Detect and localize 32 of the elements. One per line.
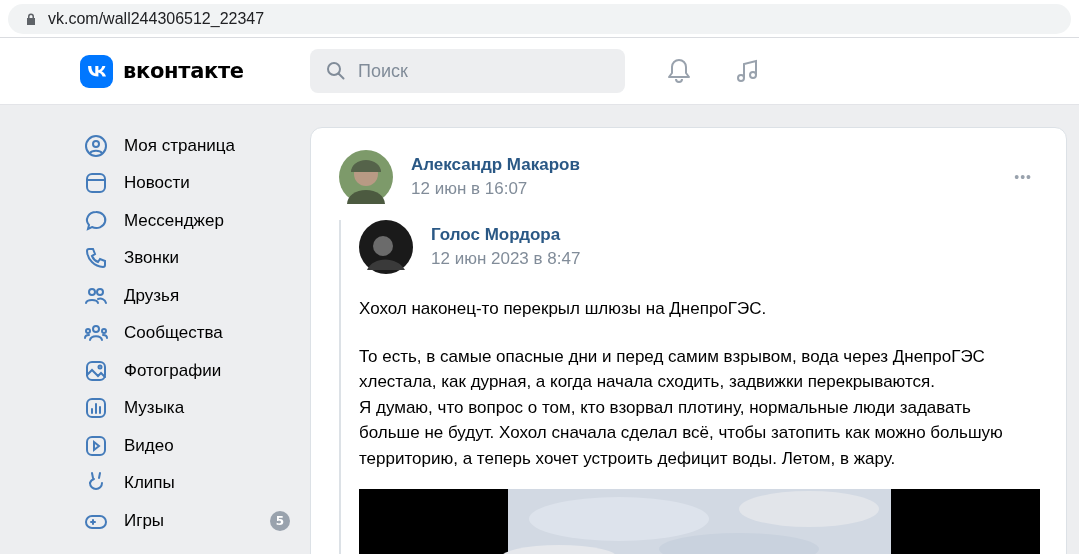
counter-badge: 5 — [270, 510, 290, 531]
author-name[interactable]: Александр Макаров — [411, 155, 580, 175]
image-icon — [84, 358, 108, 383]
sidebar-item[interactable]: Мессенджер — [80, 202, 300, 240]
lock-icon — [26, 12, 36, 25]
chat-bubble-icon — [84, 208, 108, 233]
sidebar-item[interactable]: Клипы — [80, 464, 300, 502]
sidebar-item[interactable]: Игры 5 — [80, 502, 300, 540]
card-icon — [84, 171, 108, 196]
sidebar-item[interactable]: Музыка — [80, 389, 300, 427]
play-icon — [84, 433, 108, 458]
post-text: Хохол наконец-то перекрыл шлюзы на ДнепроГЭС. — [359, 298, 768, 320]
logo-icon[interactable] — [80, 54, 113, 88]
sidebar-item[interactable]: Видео — [80, 427, 300, 465]
sidebar-item[interactable]: Сообщества — [80, 314, 300, 352]
search-field[interactable]: Поиск — [310, 49, 625, 93]
sidebar-item[interactable]: Друзья — [80, 277, 300, 315]
sidebar-item[interactable]: Звонки — [80, 239, 300, 277]
user-icon — [84, 133, 108, 158]
sidebar-item[interactable]: Моя страница — [80, 127, 300, 165]
equalizer-icon — [84, 396, 108, 421]
address-bar[interactable]: vk.com/wall244306512_22347 — [8, 3, 1071, 34]
sidebar-item[interactable]: Фотографии — [80, 352, 300, 390]
post-text: То есть, в самые опасные дни и перед самим взрывом, вода через ДнепроГЭС хлестала, как дурная, а когда начала сходить, задвижки перекрываются. Я думаю, что вопрос о том, кто взорвал плотину, нормальные люди задавать больше не будут. Хохол сначала сделал всё, чтобы затопить как можно большую территорию, а теперь хочет устроить дефицит воды. Летом, в жару. — [359, 345, 1004, 470]
author-name[interactable]: Голос Мордора — [431, 225, 581, 245]
avatar[interactable] — [339, 150, 393, 204]
logo-text[interactable]: вконтакте — [123, 59, 244, 83]
avatar[interactable] — [359, 220, 413, 274]
phone-icon — [84, 246, 108, 271]
post-date[interactable]: 12 июн в 16:07 — [411, 179, 580, 199]
sidebar-item[interactable]: Новости — [80, 164, 300, 202]
bell-icon[interactable] — [665, 57, 693, 85]
